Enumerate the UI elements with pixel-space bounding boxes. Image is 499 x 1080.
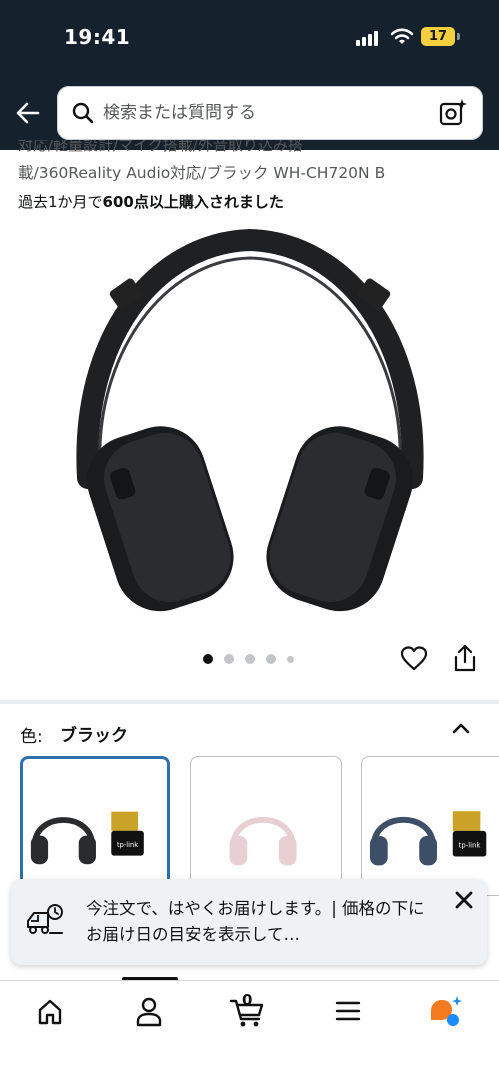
carousel-dot[interactable] <box>224 654 234 664</box>
battery-icon: 17 <box>421 27 455 46</box>
home-icon[interactable] <box>30 993 70 1029</box>
image-carousel-dots[interactable] <box>203 654 303 664</box>
delivery-truck-icon <box>27 904 63 934</box>
swatch-thumbnail <box>229 816 297 866</box>
camera-search-icon[interactable] <box>438 98 468 128</box>
delivery-toast[interactable]: 今注文で、はやくお届けします。| 価格の下にお届け日の目安を表示して… <box>11 879 487 965</box>
carousel-dot[interactable] <box>203 654 213 664</box>
svg-text:tp-link: tp-link <box>459 842 481 850</box>
svg-text:tp-link: tp-link <box>117 841 138 849</box>
section-divider <box>0 700 499 704</box>
purchase-count-highlight: 600点以上購入されました <box>102 193 284 211</box>
status-time: 19:41 <box>64 25 131 49</box>
product-title-line-1: 対応/軽量設計/マイク搭載/外音取り込み搭 <box>18 140 303 152</box>
swatch-thumbnail: tp-link <box>30 811 144 865</box>
toast-message: 今注文で、はやくお届けします。| 価格の下にお届け日の目安を表示して… <box>86 899 425 944</box>
person-icon[interactable] <box>129 993 169 1029</box>
battery-tip <box>457 33 460 40</box>
assistant-bubble-icon[interactable] <box>426 993 466 1029</box>
heart-icon[interactable] <box>400 645 428 673</box>
search-bar[interactable] <box>57 86 483 140</box>
search-icon <box>72 102 94 124</box>
app-header: 19:41 17 <box>0 0 499 150</box>
selected-color: ブラック <box>60 726 128 746</box>
close-icon[interactable] <box>451 887 477 913</box>
color-swatch-blue[interactable]: tp-link <box>361 756 499 896</box>
purchase-count: 過去1か月で600点以上購入されました <box>18 191 284 212</box>
cart-button[interactable]: 0 <box>228 991 268 1029</box>
wifi-icon <box>390 28 414 44</box>
battery-level: 17 <box>428 29 448 44</box>
back-button[interactable] <box>12 97 44 129</box>
color-swatch-black[interactable]: tp-link <box>20 756 170 896</box>
cart-count: 0 <box>242 991 253 1009</box>
chevron-up-icon[interactable] <box>449 717 473 739</box>
bottom-navigation: 0 <box>0 980 499 1080</box>
color-swatch-pink[interactable] <box>190 756 342 896</box>
product-page: 19:41 17 検索または質問する 対応/軽量設計/マイク搭載/外音取り込み搭… <box>0 0 499 1080</box>
search-input[interactable] <box>103 99 423 127</box>
product-image[interactable] <box>60 228 440 613</box>
hamburger-menu-icon[interactable] <box>328 993 368 1029</box>
color-label: 色: <box>20 727 43 747</box>
cellular-signal-icon <box>356 30 382 46</box>
product-title-line-2: 載/360Reality Audio対応/ブラック WH-CH720N B <box>18 164 386 182</box>
carousel-dot[interactable] <box>245 654 255 664</box>
carousel-dot[interactable] <box>287 655 294 663</box>
purchase-count-prefix: 過去1か月で <box>18 193 103 211</box>
swatch-thumbnail: tp-link <box>369 811 487 866</box>
share-icon[interactable] <box>451 643 479 673</box>
carousel-dot[interactable] <box>266 654 276 664</box>
